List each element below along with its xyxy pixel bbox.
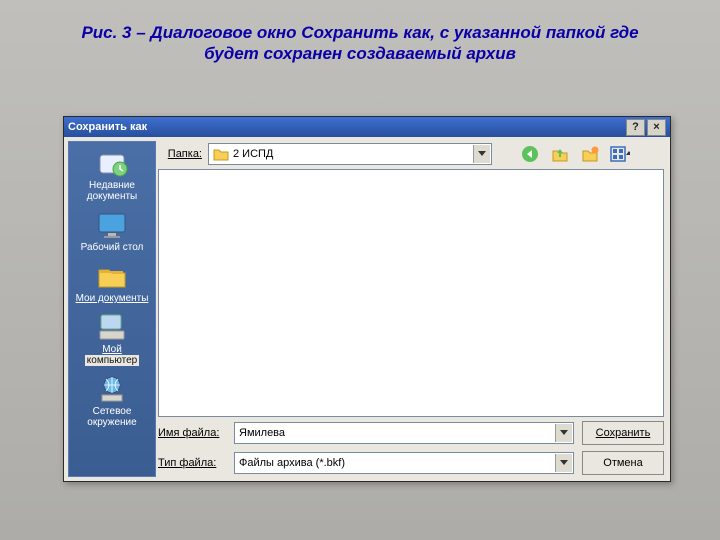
sidebar-label-recent: Недавние документы <box>69 180 155 202</box>
toolbar-icons <box>520 144 630 164</box>
folder-value: 2 ИСПД <box>233 148 273 160</box>
network-icon <box>95 374 129 404</box>
chevron-down-icon <box>555 454 572 472</box>
save-button[interactable]: Сохранить <box>582 421 664 445</box>
sidebar-item-mydocs[interactable]: Мои документы <box>69 261 155 304</box>
mydocs-icon <box>95 261 129 291</box>
filetype-label: Тип файла: <box>158 457 234 469</box>
bottom-controls: Имя файла: Ямилева Сохранить Тип файла: … <box>158 415 664 475</box>
up-icon[interactable] <box>550 144 570 164</box>
sidebar-label-mydocs: Мои документы <box>69 293 155 304</box>
caption-line1: Рис. 3 – Диалоговое окно Сохранить как, … <box>81 23 638 42</box>
back-icon[interactable] <box>520 144 540 164</box>
filename-label: Имя файла: <box>158 427 234 439</box>
sidebar-label-network: Сетевое окружение <box>69 406 155 428</box>
places-sidebar: Недавние документы Рабочий стол Мои доку… <box>68 141 156 477</box>
save-as-dialog: Сохранить как ? × Недавние документы Раб… <box>63 116 671 482</box>
recent-icon <box>95 148 129 178</box>
sidebar-item-mycomputer[interactable]: Мой компьютер <box>69 312 155 366</box>
new-folder-icon[interactable] <box>580 144 600 164</box>
file-list[interactable] <box>158 169 664 417</box>
filename-field[interactable]: Ямилева <box>234 422 574 444</box>
close-button[interactable]: × <box>647 119 666 136</box>
cancel-button[interactable]: Отмена <box>582 451 664 475</box>
desktop-icon <box>95 210 129 240</box>
mycomputer-icon <box>95 312 129 342</box>
filetype-dropdown[interactable]: Файлы архива (*.bkf) <box>234 452 574 474</box>
sidebar-label-desktop: Рабочий стол <box>69 242 155 253</box>
caption-line2: будет сохранен создаваемый архив <box>204 44 516 63</box>
folder-label: Папка: <box>156 148 208 160</box>
filetype-value: Файлы архива (*.bkf) <box>239 457 345 469</box>
folder-dropdown[interactable]: 2 ИСПД <box>208 143 492 165</box>
sidebar-label-mycomputer: Мой компьютер <box>69 344 155 366</box>
titlebar: Сохранить как ? × <box>64 117 670 137</box>
sidebar-item-desktop[interactable]: Рабочий стол <box>69 210 155 253</box>
window-title: Сохранить как <box>68 121 624 133</box>
folder-open-icon <box>213 147 229 161</box>
chevron-down-icon <box>555 424 572 442</box>
help-button[interactable]: ? <box>626 119 645 136</box>
views-icon[interactable] <box>610 144 630 164</box>
filename-value: Ямилева <box>239 427 285 439</box>
sidebar-item-network[interactable]: Сетевое окружение <box>69 374 155 428</box>
figure-caption: Рис. 3 – Диалоговое окно Сохранить как, … <box>0 22 720 65</box>
chevron-down-icon <box>473 145 490 163</box>
sidebar-item-recent[interactable]: Недавние документы <box>69 148 155 202</box>
